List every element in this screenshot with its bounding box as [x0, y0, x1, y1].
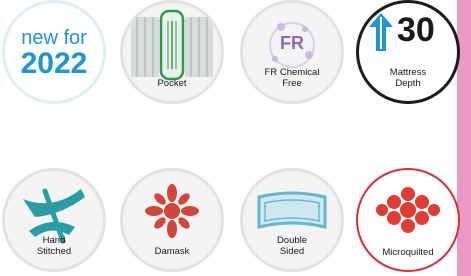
depth-caption-line1: Mattress	[389, 67, 427, 78]
hand-caption-line2: Stitched	[36, 246, 72, 257]
fr-caption-line2: Free	[282, 78, 302, 89]
damask-badge: Damask	[120, 168, 224, 272]
new-for-2022-badge: new for 2022	[2, 0, 106, 104]
fr-chemical-free-badge: FR FR Chemical Free	[240, 0, 344, 104]
double-caption-line2: Sided	[279, 246, 305, 257]
double-caption-line1: Double	[276, 235, 308, 246]
fr-caption-line1: FR Chemical	[264, 67, 320, 78]
double-caption: Double Sided	[243, 235, 341, 257]
fr-caption: FR Chemical Free	[243, 67, 341, 89]
damask-caption: Damask	[154, 246, 190, 257]
microquilted-badge: Microquilted	[356, 168, 460, 272]
hand-caption-line1: Hand	[42, 235, 66, 246]
micro-caption: Microquilted	[382, 247, 434, 258]
mattress-depth-badge: 30 Mattress Depth	[356, 0, 460, 104]
fr-icon-text: FR	[280, 33, 304, 53]
depth-caption-line2: Depth	[395, 78, 421, 89]
depth-number: 30	[397, 11, 435, 49]
pocket-caption: Pocket	[157, 78, 187, 89]
year-label: 2022	[20, 47, 88, 80]
depth-caption: Mattress Depth	[359, 67, 457, 89]
hand-stitched-badge: Hand Stitched	[2, 168, 106, 272]
pocket-badge: Pocket	[120, 0, 224, 104]
hand-caption: Hand Stitched	[5, 235, 103, 257]
double-sided-badge: Double Sided	[240, 168, 344, 272]
